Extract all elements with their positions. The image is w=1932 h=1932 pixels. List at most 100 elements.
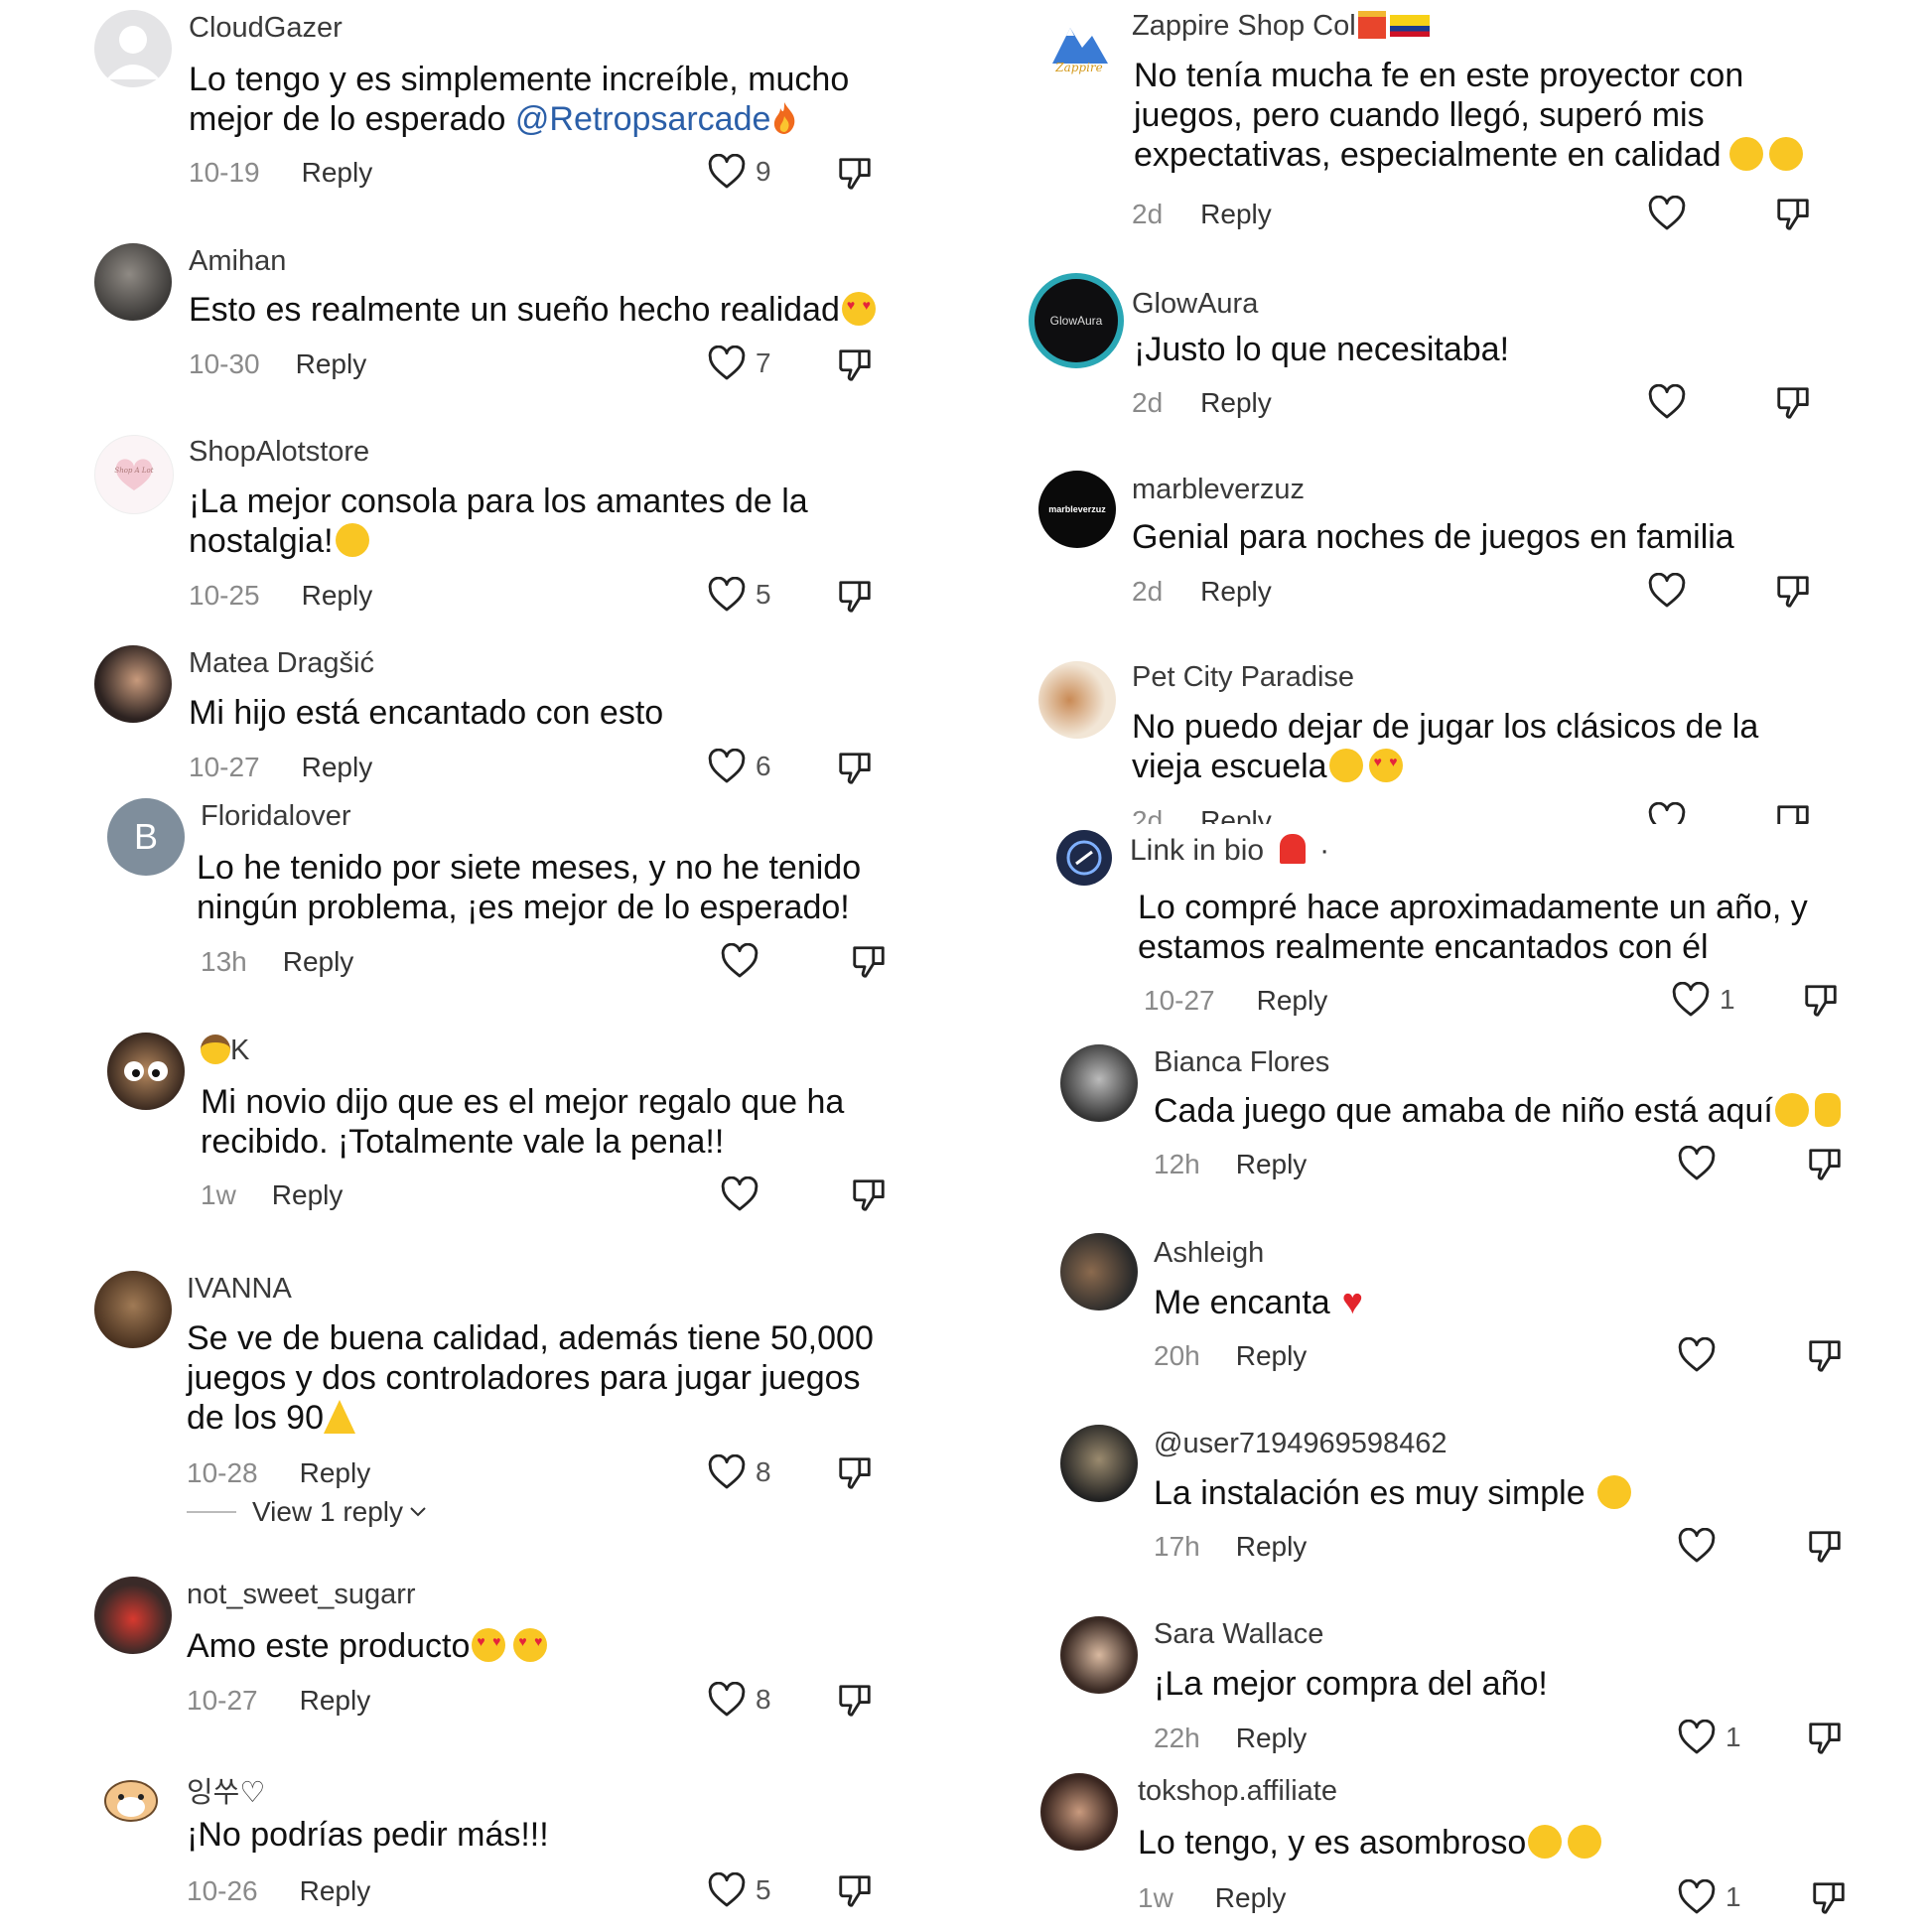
dislike-button[interactable] [1806, 1337, 1844, 1380]
avatar[interactable] [1056, 830, 1112, 886]
reply-button[interactable]: Reply [272, 1179, 344, 1211]
heart-icon [1678, 1879, 1716, 1914]
heart-icon [1672, 982, 1710, 1017]
thumbs-down-icon [1809, 1531, 1841, 1563]
dislike-button[interactable] [1806, 1528, 1844, 1571]
reply-button[interactable]: Reply [300, 1457, 371, 1489]
dislike-button[interactable] [850, 943, 888, 986]
comment-time: 10-27 [187, 1685, 258, 1716]
exploding-head-emoji-icon [1774, 1093, 1809, 1127]
comment-meta: 22h Reply [1154, 1723, 1307, 1754]
comment-meta: 20h Reply [1154, 1340, 1307, 1372]
heart-icon [708, 1454, 746, 1489]
avatar[interactable] [1060, 1616, 1138, 1694]
like-button[interactable] [721, 943, 768, 979]
comment-meta: 2d Reply [1132, 805, 1272, 824]
comment-text: Mi novio dijo que es el mejor regalo que… [201, 1083, 845, 1161]
comment-username[interactable]: tokshop.affiliate [1138, 1775, 1337, 1808]
like-button[interactable]: 5 [708, 1872, 771, 1908]
comment-username[interactable]: Sara Wallace [1154, 1618, 1323, 1651]
praying-hands-emoji-icon [324, 1400, 355, 1434]
separator-dot: · [1319, 834, 1330, 867]
crossed-fingers-emoji-icon [1814, 1093, 1841, 1127]
comment-username[interactable]: Link in bio · [1130, 834, 1329, 868]
heart-icon [708, 1872, 746, 1907]
reply-button[interactable]: Reply [283, 946, 354, 978]
avatar[interactable] [1060, 1044, 1138, 1122]
heart-icon [1678, 1528, 1716, 1563]
reply-button[interactable]: Reply [1236, 1149, 1308, 1180]
avatar[interactable] [107, 1033, 185, 1110]
thumbs-down-icon [839, 1875, 871, 1907]
comment-username[interactable]: not_sweet_sugarr [187, 1579, 416, 1611]
heart-icon [1678, 1337, 1716, 1372]
reply-button[interactable]: Reply [1236, 1340, 1308, 1372]
reply-button[interactable]: Reply [1200, 805, 1272, 824]
comment-time: 1w [1138, 1882, 1173, 1913]
comment-text: Lo tengo, y es asombroso [1138, 1823, 1833, 1863]
dislike-button[interactable] [1806, 1146, 1844, 1188]
like-button[interactable] [721, 1176, 768, 1212]
thumbs-down-icon [853, 1179, 885, 1211]
dislike-button[interactable] [850, 1176, 888, 1219]
like-button[interactable]: 8 [708, 1682, 771, 1718]
star-struck-emoji-icon [1568, 1825, 1602, 1859]
reply-button[interactable]: Reply [1257, 985, 1328, 1017]
comment-username[interactable]: Pet City Paradise [1132, 661, 1354, 694]
like-button[interactable] [1678, 1528, 1725, 1564]
reply-button[interactable]: Reply [1236, 1723, 1308, 1754]
comment-username[interactable]: Bianca Flores [1154, 1046, 1329, 1079]
avatar[interactable] [94, 1271, 172, 1348]
thumbs-down-icon [839, 1685, 871, 1717]
like-button[interactable] [1648, 802, 1696, 824]
comment-meta: 10-27 Reply [187, 1685, 370, 1717]
comment-text: Lo he tenido por siete meses, y no he te… [197, 849, 862, 926]
like-count: 1 [1720, 984, 1735, 1015]
reply-button[interactable]: Reply [1236, 1531, 1308, 1563]
thumbs-down-icon [1809, 1149, 1841, 1180]
avatar[interactable] [1060, 1233, 1138, 1311]
heart-icon [1678, 1146, 1716, 1180]
avatar[interactable] [1038, 661, 1116, 739]
avatar[interactable] [99, 1765, 163, 1829]
avatar[interactable] [1040, 1773, 1118, 1851]
thumbs-down-icon [1813, 1882, 1845, 1914]
comment-meta: 10-27 Reply [1144, 985, 1327, 1017]
like-button[interactable] [1678, 1337, 1725, 1373]
comment-username[interactable]: K [201, 1035, 249, 1067]
reply-button[interactable]: Reply [300, 1685, 371, 1717]
like-button[interactable]: 1 [1672, 982, 1735, 1018]
dislike-button[interactable] [836, 1682, 874, 1725]
avatar[interactable] [1060, 1425, 1138, 1502]
dislike-button[interactable] [1806, 1720, 1844, 1762]
red-heart-emoji-icon: ♥ [1341, 1281, 1364, 1321]
thumbs-down-icon [1809, 1723, 1841, 1754]
comment-text: Lo compré hace aproximadamente un año, y… [1138, 889, 1808, 966]
like-count: 8 [756, 1456, 771, 1487]
comment-text: ¡La mejor compra del año! [1154, 1665, 1548, 1703]
heart-icon [721, 943, 759, 978]
like-button[interactable]: 1 [1678, 1879, 1741, 1915]
view-replies-button[interactable]: View 1 reply [187, 1496, 427, 1528]
comment-text: ¡No podrías pedir más!!! [187, 1816, 549, 1854]
comment-username[interactable]: Ashleigh [1154, 1237, 1264, 1270]
like-count: 5 [756, 1874, 771, 1905]
comment-meta: 1w Reply [1138, 1882, 1286, 1914]
reply-button[interactable]: Reply [1215, 1882, 1287, 1914]
like-button[interactable]: 8 [708, 1454, 771, 1490]
like-button[interactable] [1678, 1146, 1725, 1181]
dislike-button[interactable] [1774, 802, 1812, 824]
comment-username[interactable]: @user7194969598462 [1154, 1428, 1448, 1460]
dislike-button[interactable] [836, 1454, 874, 1497]
star-struck-emoji-icon [1528, 1825, 1563, 1859]
comment-meta: 1w Reply [201, 1179, 343, 1211]
comment-username[interactable]: IVANNA [187, 1273, 292, 1306]
avatar[interactable] [94, 1577, 172, 1654]
dislike-button[interactable] [1802, 982, 1840, 1025]
dislike-button[interactable] [836, 1872, 874, 1915]
thumbs-down-icon [1805, 985, 1837, 1017]
dislike-button[interactable] [1810, 1879, 1848, 1922]
comment-username[interactable]: 잉쑤♡ [187, 1769, 265, 1811]
like-button[interactable]: 1 [1678, 1720, 1741, 1755]
reply-button[interactable]: Reply [300, 1875, 371, 1907]
